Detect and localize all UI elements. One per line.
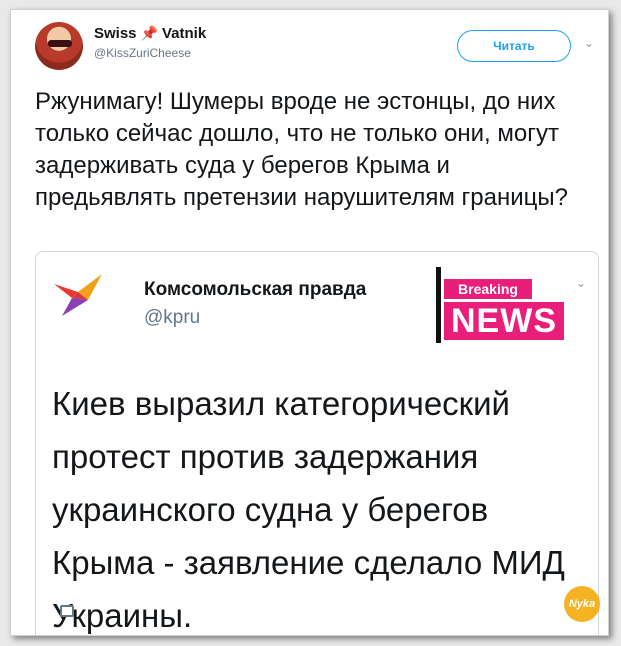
breaking-news-badge: Breaking NEWS <box>436 267 571 344</box>
quoted-tweet-text: Киев выразил категорический протест прот… <box>52 385 565 634</box>
author-handle[interactable]: @KissZuriCheese <box>94 46 191 60</box>
news-label: NEWS <box>444 302 564 340</box>
watermark-logo: Nyka <box>564 586 600 622</box>
quote-chevron-down-icon[interactable]: ⌄ <box>576 276 586 290</box>
author-name-suffix: Vatnik <box>161 25 207 42</box>
watermark-label: Nyka <box>568 598 596 610</box>
pushpin-icon: 📌 <box>140 25 158 41</box>
kp-bird-logo-icon <box>54 274 102 316</box>
badge-bar <box>436 267 441 343</box>
tweet-card: Swiss 📌 Vatnik @KissZuriCheese Читать ⌄ … <box>10 9 609 636</box>
media-badge-icon <box>60 605 74 617</box>
breaking-label: Breaking <box>444 279 532 299</box>
follow-button[interactable]: Читать <box>457 30 571 62</box>
chevron-down-icon[interactable]: ⌄ <box>582 36 596 50</box>
avatar-glasses <box>48 40 72 47</box>
quoted-author-handle[interactable]: @kpru <box>144 307 200 329</box>
avatar[interactable] <box>35 22 83 70</box>
author-name[interactable]: Swiss 📌 Vatnik <box>94 25 206 42</box>
quoted-tweet[interactable]: Комсомольская правда @kpru Breaking NEWS… <box>35 251 599 635</box>
tweet-text: Ржунимагу! Шумеры вроде не эстонцы, до н… <box>35 88 568 211</box>
author-name-first: Swiss <box>94 25 137 42</box>
quoted-author-name[interactable]: Комсомольская правда <box>144 279 366 301</box>
